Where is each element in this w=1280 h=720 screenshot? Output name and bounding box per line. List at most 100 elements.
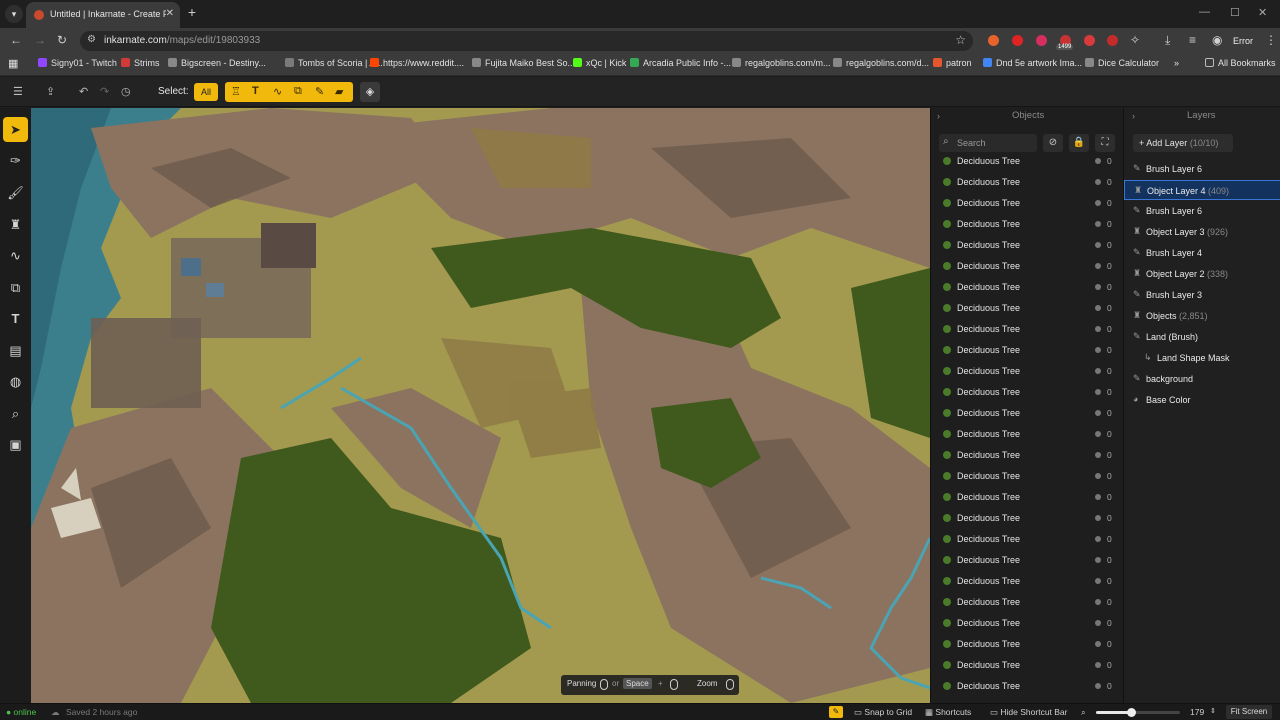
select-path-icon[interactable]: ∿ <box>273 85 282 98</box>
snap-to-grid-toggle[interactable]: ▭ Snap to Grid <box>854 707 912 718</box>
hamburger-menu-icon[interactable]: ☰ <box>13 85 23 98</box>
object-list-item[interactable]: Deciduous Tree 0 <box>931 487 1124 508</box>
reload-icon[interactable]: ↻ <box>57 33 67 47</box>
object-list-item[interactable]: Deciduous Tree 0 <box>931 382 1124 403</box>
visibility-icon[interactable] <box>1095 158 1101 164</box>
visibility-icon[interactable] <box>1095 347 1101 353</box>
visibility-icon[interactable] <box>1095 305 1101 311</box>
close-tab-icon[interactable]: ✕ <box>166 8 174 19</box>
hide-icon[interactable]: ⊘ <box>1043 134 1063 152</box>
visibility-icon[interactable] <box>1095 389 1101 395</box>
zoom-slider[interactable] <box>1096 708 1180 717</box>
object-list-item[interactable]: Deciduous Tree 0 <box>931 193 1124 214</box>
visibility-icon[interactable] <box>1095 221 1101 227</box>
address-bar[interactable]: ⚙ inkarnate.com/maps/edit/19803933 ☆ <box>80 31 973 51</box>
bookmark-item[interactable]: Dice Calculator <box>1085 58 1159 68</box>
paint-brush-tool-icon[interactable]: 🖌 <box>3 180 28 205</box>
add-layer-button[interactable]: + Add Layer (10/10) <box>1133 134 1233 152</box>
focus-icon[interactable]: ⛶ <box>1095 134 1115 152</box>
object-list-item[interactable]: Deciduous Tree 0 <box>931 156 1124 172</box>
extension-icon[interactable] <box>1084 35 1095 46</box>
select-all-button[interactable]: All <box>194 83 218 101</box>
object-list-item[interactable]: Deciduous Tree 0 <box>931 676 1124 697</box>
object-list-item[interactable]: Deciduous Tree 0 <box>931 172 1124 193</box>
apps-grid-icon[interactable]: ▦ <box>8 57 18 70</box>
object-list-item[interactable]: Deciduous Tree 0 <box>931 424 1124 445</box>
visibility-icon[interactable] <box>1095 452 1101 458</box>
bookmark-item[interactable]: Dnd 5e artwork Ima... <box>983 58 1082 68</box>
hide-shortcut-bar-button[interactable]: ▭ Hide Shortcut Bar <box>990 707 1068 718</box>
download-icon[interactable]: ⤓ <box>1165 33 1170 48</box>
object-list-item[interactable]: Deciduous Tree 0 <box>931 256 1124 277</box>
objects-search-input[interactable] <box>957 136 1033 150</box>
object-list-item[interactable]: Deciduous Tree 0 <box>931 340 1124 361</box>
text-tool-icon[interactable]: T <box>3 306 28 331</box>
all-bookmarks[interactable]: All Bookmarks <box>1205 58 1276 68</box>
browser-tab[interactable]: Untitled | Inkarnate - Create Fa ✕ <box>26 2 180 28</box>
layer-item[interactable]: ♜ Object Layer 2 (338) <box>1124 264 1280 284</box>
object-list-item[interactable]: Deciduous Tree 0 <box>931 571 1124 592</box>
lock-icon[interactable]: 🔒 <box>1069 134 1089 152</box>
collapse-chevron-icon[interactable]: › <box>1132 111 1135 121</box>
extension-icon[interactable] <box>1012 35 1023 46</box>
globe-tool-icon[interactable]: ◍ <box>3 369 28 394</box>
bookmark-item[interactable]: xQc | Kick <box>573 58 626 68</box>
edit-pencil-icon[interactable]: ✎ <box>829 706 843 718</box>
visibility-icon[interactable] <box>1095 620 1101 626</box>
visibility-icon[interactable] <box>1095 431 1101 437</box>
select-shape-icon[interactable]: ⧉ <box>294 85 302 98</box>
layer-item[interactable]: ♜ Object Layer 4 (409) <box>1124 180 1280 200</box>
fit-screen-button[interactable]: Fit Screen <box>1226 705 1272 719</box>
visibility-icon[interactable] <box>1095 578 1101 584</box>
visibility-icon[interactable] <box>1095 473 1101 479</box>
visibility-icon[interactable] <box>1095 368 1101 374</box>
layer-item[interactable]: ✎ Brush Layer 6 <box>1124 159 1280 179</box>
object-list-item[interactable]: Deciduous Tree 0 <box>931 655 1124 676</box>
land-brush-tool-icon[interactable]: ✑ <box>3 148 28 173</box>
error-button[interactable]: Error <box>1233 36 1253 46</box>
undo-icon[interactable]: ↶ <box>79 85 88 98</box>
object-list-item[interactable]: Deciduous Tree 0 <box>931 529 1124 550</box>
forward-icon[interactable]: → <box>34 33 46 47</box>
layer-item[interactable]: ◕ Base Color <box>1124 390 1280 410</box>
history-icon[interactable]: ◷ <box>121 85 131 98</box>
tab-search-icon[interactable]: ▾ <box>5 5 23 23</box>
visibility-icon[interactable] <box>1095 263 1101 269</box>
path-tool-icon[interactable]: ∿ <box>3 243 28 268</box>
layer-item[interactable]: ♜ Object Layer 3 (926) <box>1124 222 1280 242</box>
visibility-icon[interactable] <box>1095 557 1101 563</box>
shape-tool-icon[interactable]: ⧉ <box>3 275 28 300</box>
select-folder-icon[interactable]: ▰ <box>335 85 343 98</box>
select-tool-icon[interactable]: ➤ <box>3 117 28 142</box>
select-brush-icon[interactable]: ✎ <box>315 85 324 98</box>
visibility-icon[interactable] <box>1095 641 1101 647</box>
layer-item[interactable]: ↳ Land Shape Mask <box>1124 348 1280 368</box>
extension-icon[interactable] <box>988 35 999 46</box>
zoom-stepper-icon[interactable]: ⇕ <box>1210 707 1216 715</box>
visibility-icon[interactable] <box>1095 410 1101 416</box>
more-bookmarks-icon[interactable]: » <box>1174 58 1179 68</box>
layer-item[interactable]: ✎ Brush Layer 4 <box>1124 243 1280 263</box>
object-list-item[interactable]: Deciduous Tree 0 <box>931 466 1124 487</box>
object-list-item[interactable]: Deciduous Tree 0 <box>931 550 1124 571</box>
visibility-icon[interactable] <box>1095 200 1101 206</box>
layer-item[interactable]: ✎ background <box>1124 369 1280 389</box>
bookmark-item[interactable]: patron <box>933 58 972 68</box>
redo-icon[interactable]: ↷ <box>100 85 109 98</box>
minimize-icon[interactable]: — <box>1199 6 1210 18</box>
object-list-item[interactable]: Deciduous Tree 0 <box>931 214 1124 235</box>
object-list-item[interactable]: Deciduous Tree 0 <box>931 592 1124 613</box>
visibility-icon[interactable] <box>1095 599 1101 605</box>
extension-icon[interactable] <box>1036 35 1047 46</box>
bookmark-item[interactable]: Strims <box>121 58 160 68</box>
layer-item[interactable]: ✎ Brush Layer 6 <box>1124 201 1280 221</box>
layers-toggle-icon[interactable]: ◈ <box>360 82 380 102</box>
visibility-icon[interactable] <box>1095 515 1101 521</box>
visibility-icon[interactable] <box>1095 242 1101 248</box>
object-list-item[interactable]: Deciduous Tree 0 <box>931 613 1124 634</box>
notes-tool-icon[interactable]: ▤ <box>3 338 28 363</box>
object-list-item[interactable]: Deciduous Tree 0 <box>931 235 1124 256</box>
map-canvas[interactable]: Panning or Space + Zoom <box>31 108 930 703</box>
new-tab-icon[interactable]: + <box>183 4 201 22</box>
bookmark-star-icon[interactable]: ☆ <box>955 33 966 47</box>
